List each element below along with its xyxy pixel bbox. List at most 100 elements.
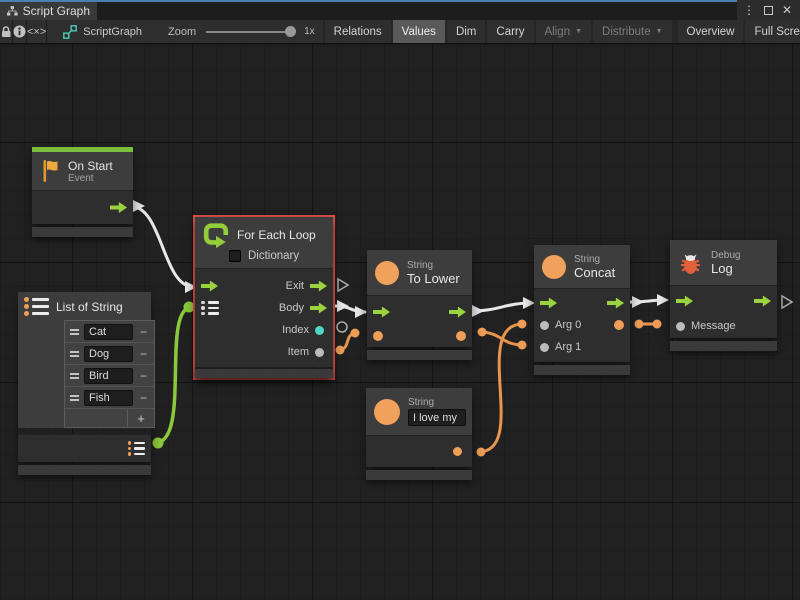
node-title: On Start [68,159,113,173]
message-input-port[interactable] [676,322,685,331]
graph-name-label: ScriptGraph [83,26,142,38]
string-output-port[interactable] [453,447,462,456]
exit-port-label: Exit [286,280,304,292]
string-input-port[interactable] [373,331,383,341]
remove-item-button[interactable]: − [138,371,149,381]
code-view-icon: <×> [27,26,46,38]
list-item-value[interactable]: Cat [84,324,133,340]
remove-item-button[interactable]: − [138,393,149,403]
flow-input-port[interactable] [373,307,390,318]
node-list-of-string[interactable]: List of String Cat − Dog − Bird − [18,292,151,475]
list-item-value[interactable]: Bird [84,368,133,384]
node-title: Log [711,261,740,276]
script-graph-icon [63,25,77,39]
list-output-port[interactable] [128,441,146,456]
list-item-row: Dog − [65,343,154,365]
list-item-row: Fish − [65,387,154,409]
string-output-port[interactable] [456,331,466,341]
node-title: To Lower [407,271,460,286]
drag-handle-icon[interactable] [70,351,79,357]
node-footer [195,369,333,378]
lock-button[interactable] [0,20,13,43]
remove-item-button[interactable]: − [138,327,149,337]
carry-button[interactable]: Carry [487,20,533,43]
node-to-lower[interactable]: String To Lower [367,250,472,360]
flow-input-port[interactable] [540,298,557,309]
dictionary-checkbox[interactable] [229,250,241,262]
arg0-input-port[interactable] [540,321,549,330]
node-on-start[interactable]: On Start Event [32,147,133,237]
window-close-icon[interactable]: ✕ [782,0,792,20]
lock-icon [0,25,12,38]
info-icon [13,25,26,38]
index-output-port[interactable] [315,326,324,335]
list-item-value[interactable]: Dog [84,346,133,362]
zoom-slider[interactable] [206,31,294,33]
active-tab-accent-line [0,0,737,2]
flow-output-port[interactable] [110,202,127,213]
window-maximize-icon[interactable] [764,6,773,15]
arg0-label: Arg 0 [555,319,581,331]
overview-button[interactable]: Overview [678,20,744,43]
code-view-button[interactable]: <×> [27,20,47,43]
tab-script-graph[interactable]: Script Graph [0,2,97,20]
list-item-value[interactable]: Fish [84,390,133,406]
distribute-dropdown[interactable]: Distribute ▼ [593,20,672,43]
arg1-label: Arg 1 [555,341,581,353]
node-title: For Each Loop [237,228,316,242]
window-controls: ⋮ ✕ [737,0,800,20]
tab-title: Script Graph [23,4,90,18]
flow-output-port[interactable] [754,296,771,307]
list-editor: Cat − Dog − Bird − Fish − [64,320,155,428]
exit-output-port[interactable] [310,281,327,292]
drag-handle-icon[interactable] [70,395,79,401]
node-category: String [408,397,466,408]
arg1-input-port[interactable] [540,343,549,352]
node-title: List of String [56,300,123,314]
string-value-input[interactable] [408,409,466,426]
graph-hierarchy-icon [7,5,18,17]
loop-icon [203,222,229,248]
add-item-button[interactable]: + [127,409,154,427]
full-screen-button[interactable]: Full Screen [745,20,800,43]
zoom-slider-handle[interactable] [285,26,296,37]
node-subtitle: Event [68,173,113,184]
chevron-down-icon: ▼ [656,28,663,35]
list-item-row: Cat − [65,321,154,343]
node-footer [670,341,777,351]
drag-handle-icon[interactable] [70,329,79,335]
item-output-port[interactable] [315,348,324,357]
node-string-literal[interactable]: String [366,388,472,480]
flow-output-port[interactable] [607,298,624,309]
node-footer [534,365,630,375]
node-footer [32,227,133,237]
window-menu-icon[interactable]: ⋮ [743,0,755,20]
flow-input-port[interactable] [676,296,693,307]
values-button[interactable]: Values [393,20,445,43]
node-footer [366,470,472,480]
remove-item-button[interactable]: − [138,349,149,359]
node-category: String [574,254,615,265]
dim-button[interactable]: Dim [447,20,485,43]
drag-handle-icon[interactable] [70,373,79,379]
info-button[interactable] [13,20,27,43]
node-concat[interactable]: String Concat Arg 0 Arg 1 [534,245,630,375]
dictionary-label: Dictionary [248,250,299,262]
flow-output-port[interactable] [449,307,466,318]
body-port-label: Body [279,302,304,314]
align-dropdown[interactable]: Align ▼ [536,20,592,43]
node-category: Debug [711,250,740,261]
result-output-port[interactable] [614,320,624,330]
window-tab-strip: Script Graph ⋮ ✕ [0,0,800,20]
list-input-port[interactable] [201,301,219,316]
body-output-port[interactable] [310,303,327,314]
toolbar-middle: ScriptGraph Zoom 1x [47,20,322,43]
graph-toolbar: <×> ScriptGraph Zoom 1x Relations Values… [0,20,800,44]
relations-button[interactable]: Relations [325,20,391,43]
flow-input-port[interactable] [201,281,218,292]
string-type-icon [542,255,566,279]
node-for-each-loop[interactable]: For Each Loop Dictionary Exit [193,215,335,380]
flag-icon [40,158,60,184]
node-debug-log[interactable]: Debug Log Message [670,240,777,351]
bug-icon [678,251,703,275]
